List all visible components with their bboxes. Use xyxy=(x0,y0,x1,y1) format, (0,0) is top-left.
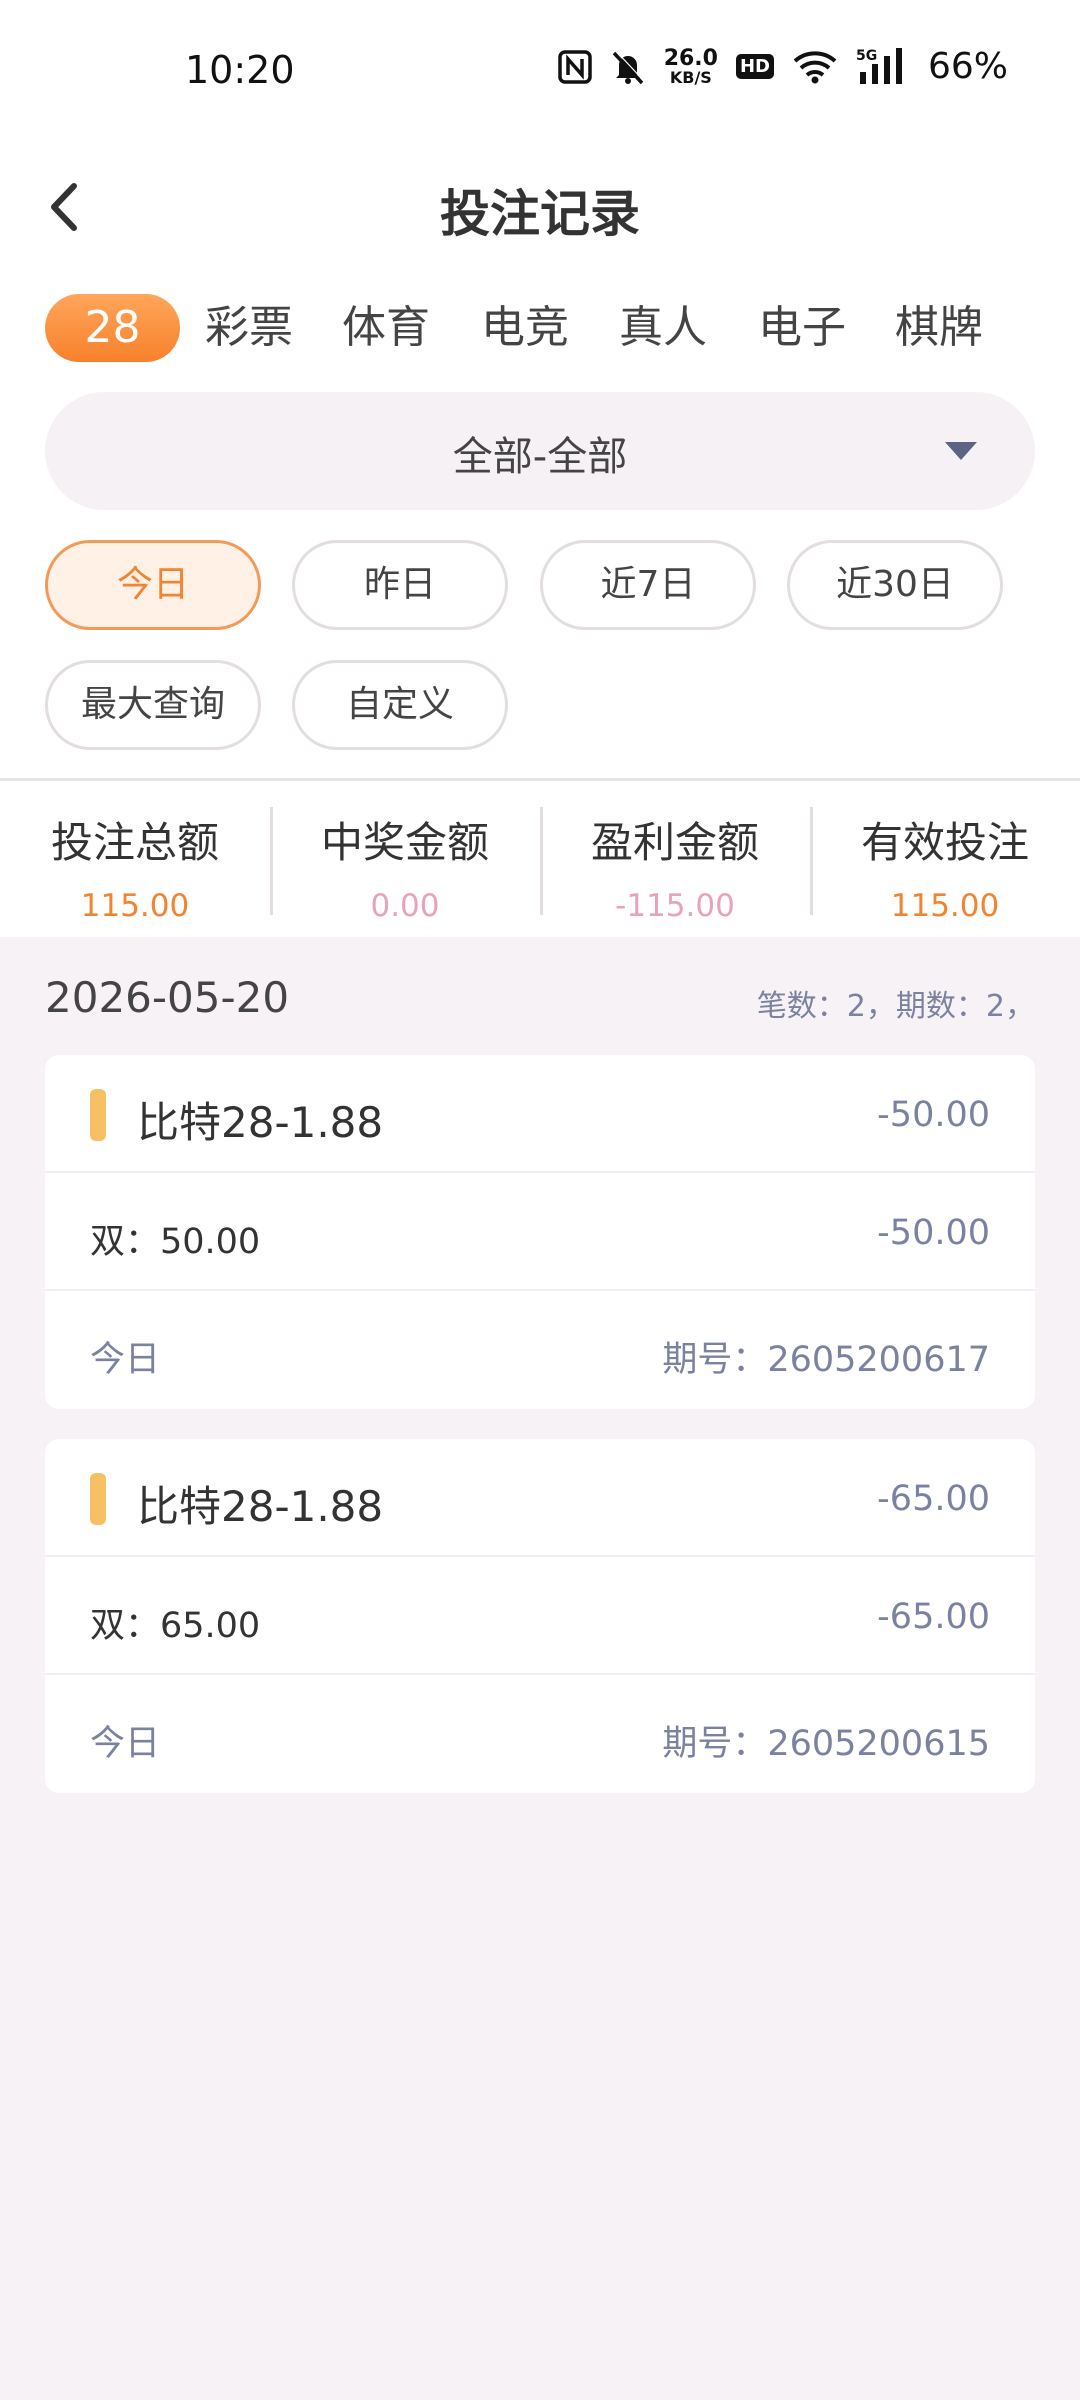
hd-badge: HD xyxy=(735,54,774,79)
summary-total-bet: 投注总额 115.00 xyxy=(0,781,270,937)
chip-last-30-days[interactable]: 近30日 xyxy=(787,540,1003,630)
tab-chess[interactable]: 棋牌 xyxy=(895,294,983,362)
dropdown-selected: 全部-全部 xyxy=(452,434,628,480)
tab-electronic[interactable]: 电子 xyxy=(758,294,846,362)
record-day: 今日 xyxy=(90,1724,161,1764)
summary-valid-bet: 有效投注 115.00 xyxy=(810,781,1080,937)
summary-value: 0.00 xyxy=(370,888,440,924)
status-bar: 10:20 26.0 KB/S HD 5G 66% xyxy=(0,0,1080,144)
page-title: 投注记录 xyxy=(440,185,640,243)
summary-label: 有效投注 xyxy=(860,818,1029,867)
record-bet-row: 双：50.00 -50.00 xyxy=(45,1173,1035,1291)
triangle-down-icon xyxy=(945,442,977,460)
bell-off-icon xyxy=(610,49,646,85)
summary-value: 115.00 xyxy=(80,888,190,924)
record-amount: -50.00 xyxy=(877,1095,990,1135)
summary-profit: 盈利金额 -115.00 xyxy=(540,781,810,937)
battery-level: 66% xyxy=(927,46,1008,87)
summary-panel: 投注总额 115.00 中奖金额 0.00 盈利金额 -115.00 有效投注 … xyxy=(0,781,1080,937)
net-speed: 26.0 KB/S xyxy=(663,45,718,87)
date-filter-chips: 今日 昨日 近7日 近30日 最大查询 自定义 xyxy=(0,510,1080,778)
date-label: 2026-05-20 xyxy=(45,973,290,1022)
nav-bar: 投注记录 xyxy=(0,144,1080,274)
summary-value: -115.00 xyxy=(615,888,735,924)
records-section: 2026-05-20 笔数：2，期数：2， 比特28-1.88 -50.00 双… xyxy=(0,937,1080,1793)
tab-live[interactable]: 真人 xyxy=(619,294,707,362)
summary-value: 115.00 xyxy=(890,888,1000,924)
record-game-name: 比特28-1.88 xyxy=(137,1098,384,1147)
net-speed-value: 26.0 xyxy=(663,45,718,71)
record-footer-row: 今日 期号：2605200615 xyxy=(45,1675,1035,1793)
summary-label: 盈利金额 xyxy=(590,818,759,867)
summary-winnings: 中奖金额 0.00 xyxy=(270,781,540,937)
bet-record-card[interactable]: 比特28-1.88 -50.00 双：50.00 -50.00 今日 期号：26… xyxy=(45,1055,1035,1409)
network-type-label: 5G xyxy=(856,48,877,64)
record-header-row: 比特28-1.88 -50.00 xyxy=(45,1055,1035,1173)
record-bet: 双：65.00 xyxy=(90,1606,261,1646)
category-tabs: 28 彩票 体育 电竞 真人 电子 棋牌 xyxy=(0,274,1080,382)
cellular-signal-icon: 5G xyxy=(856,47,906,86)
record-issue: 期号：2605200615 xyxy=(662,1724,990,1764)
chip-custom[interactable]: 自定义 xyxy=(292,660,508,750)
chip-max-query[interactable]: 最大查询 xyxy=(45,660,261,750)
summary-label: 投注总额 xyxy=(50,818,219,867)
record-game-name: 比特28-1.88 xyxy=(137,1482,384,1531)
record-issue: 期号：2605200617 xyxy=(662,1340,990,1380)
nfc-icon xyxy=(557,49,592,84)
summary-label: 中奖金额 xyxy=(320,818,489,867)
record-header-row: 比特28-1.88 -65.00 xyxy=(45,1439,1035,1557)
date-meta: 笔数：2，期数：2， xyxy=(756,989,1035,1024)
date-group-header: 2026-05-20 笔数：2，期数：2， xyxy=(45,937,1035,1055)
record-bet-row: 双：65.00 -65.00 xyxy=(45,1557,1035,1675)
top-area: 10:20 26.0 KB/S HD 5G 66% 投注记录 28 彩票 体育 … xyxy=(0,0,1080,778)
record-accent-bar xyxy=(90,1473,106,1525)
record-accent-bar xyxy=(90,1089,106,1141)
game-filter-dropdown[interactable]: 全部-全部 xyxy=(45,392,1035,510)
record-day: 今日 xyxy=(90,1340,161,1380)
status-icons: 26.0 KB/S HD 5G 66% xyxy=(557,45,1008,87)
record-bet-result: -65.00 xyxy=(877,1597,990,1637)
record-amount: -65.00 xyxy=(877,1479,990,1519)
chip-yesterday[interactable]: 昨日 xyxy=(292,540,508,630)
tab-esports[interactable]: 电竞 xyxy=(481,294,569,362)
wifi-icon xyxy=(792,49,838,85)
tab-lottery[interactable]: 彩票 xyxy=(205,294,293,362)
bet-record-card[interactable]: 比特28-1.88 -65.00 双：65.00 -65.00 今日 期号：26… xyxy=(45,1439,1035,1793)
record-bet: 双：50.00 xyxy=(90,1222,261,1262)
tab-sports[interactable]: 体育 xyxy=(342,294,430,362)
record-bet-result: -50.00 xyxy=(877,1213,990,1253)
status-time: 10:20 xyxy=(185,48,295,92)
net-speed-unit: KB/S xyxy=(669,67,712,87)
chip-last-7-days[interactable]: 近7日 xyxy=(540,540,756,630)
record-footer-row: 今日 期号：2605200617 xyxy=(45,1291,1035,1409)
tab-28[interactable]: 28 xyxy=(45,294,180,362)
chip-today[interactable]: 今日 xyxy=(45,540,261,630)
